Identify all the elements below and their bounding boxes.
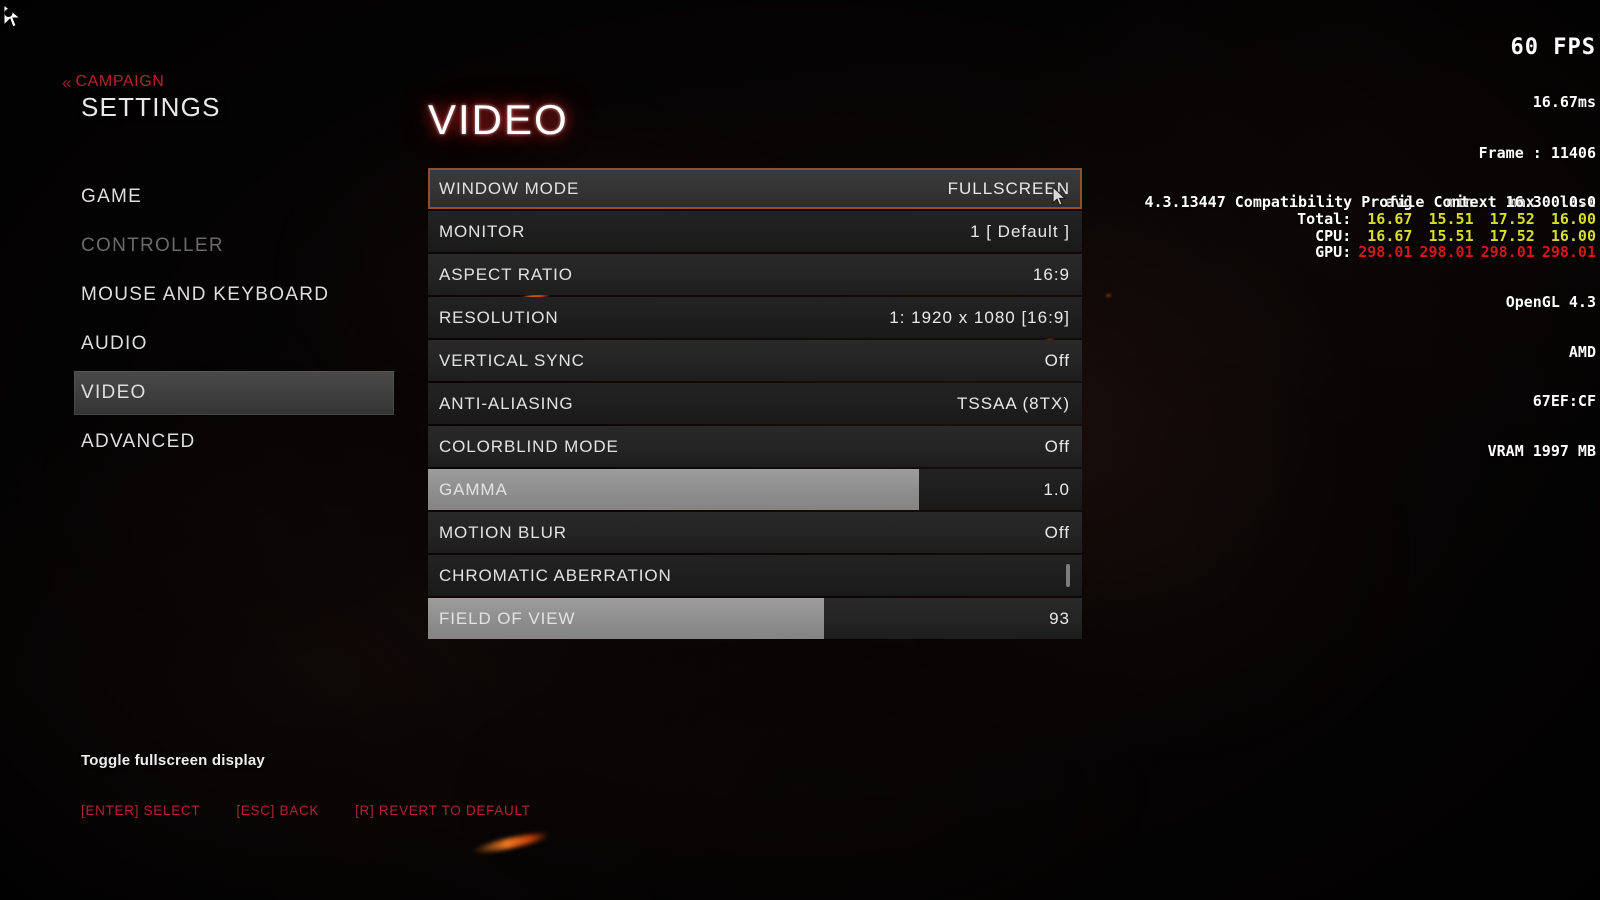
sidebar-item-advanced[interactable]: ADVANCED bbox=[0, 420, 430, 464]
perf-cell: 16.67 bbox=[1367, 209, 1413, 228]
perf-cell: 17.52 bbox=[1489, 226, 1535, 245]
back-to-campaign-button[interactable]: « CAMPAIGN bbox=[62, 73, 164, 91]
perf-cell: 298.01 bbox=[1419, 243, 1474, 262]
settings-rows: WINDOW MODE FULLSCREEN MONITOR 1 [ Defau… bbox=[428, 168, 1082, 639]
perf-row-total: Total: 16.67 15.51 17.52 16.00 bbox=[1297, 211, 1596, 228]
setting-label: COLORBLIND MODE bbox=[439, 436, 619, 456]
setting-row-vertical-sync[interactable]: VERTICAL SYNC Off bbox=[428, 340, 1082, 381]
sidebar-item-label: MOUSE AND KEYBOARD bbox=[81, 284, 330, 305]
setting-row-anti-aliasing[interactable]: ANTI-ALIASING TSSAA (8TX) bbox=[428, 383, 1082, 424]
perf-cell: 298.01 bbox=[1480, 243, 1535, 262]
ember-particle bbox=[1105, 294, 1112, 297]
setting-value: Off bbox=[1044, 436, 1070, 456]
footer-action-revert-to-default[interactable]: [R] REVERT TO DEFAULT bbox=[355, 803, 531, 818]
sidebar-item-video[interactable]: VIDEO bbox=[74, 371, 394, 415]
perf-fps: 60 FPS bbox=[1510, 35, 1596, 61]
setting-value: 1: 1920 x 1080 [16:9] bbox=[889, 307, 1070, 327]
setting-value: Off bbox=[1044, 350, 1070, 370]
perf-device-id: 67EF:CF bbox=[1532, 392, 1596, 411]
footer-action-back[interactable]: [ESC] BACK bbox=[236, 803, 319, 818]
perf-vram: VRAM 1997 MB bbox=[1487, 442, 1596, 461]
footer-action-select[interactable]: [ENTER] SELECT bbox=[81, 803, 200, 818]
perf-row-label: GPU: bbox=[1315, 243, 1352, 262]
setting-value: TSSAA (8TX) bbox=[956, 393, 1070, 413]
perf-gpu-vendor: AMD bbox=[1568, 342, 1596, 361]
setting-row-chromatic-aberration[interactable]: CHROMATIC ABERRATION bbox=[428, 555, 1082, 596]
perf-row-label: CPU: bbox=[1315, 226, 1352, 245]
sidebar-item-audio[interactable]: AUDIO bbox=[0, 322, 430, 366]
setting-row-gamma[interactable]: GAMMA 1.0 bbox=[428, 469, 1082, 510]
setting-value: 1 [ Default ] bbox=[970, 221, 1070, 241]
sidebar-item-label: CONTROLLER bbox=[81, 235, 224, 256]
setting-value: 16:9 bbox=[1032, 264, 1070, 284]
perf-row-label: Total: bbox=[1297, 209, 1352, 228]
sidebar-item-label: GAME bbox=[81, 186, 143, 207]
setting-label: CHROMATIC ABERRATION bbox=[439, 565, 672, 585]
sidebar-nav-list: GAME CONTROLLER MOUSE AND KEYBOARD AUDIO… bbox=[0, 175, 430, 469]
double-chevron-left-icon: « bbox=[62, 72, 72, 92]
setting-label: MOTION BLUR bbox=[439, 522, 567, 542]
panel-title: VIDEO bbox=[428, 96, 569, 143]
setting-row-monitor[interactable]: MONITOR 1 [ Default ] bbox=[428, 211, 1082, 252]
sidebar-item-game[interactable]: GAME bbox=[0, 175, 430, 219]
setting-row-resolution[interactable]: RESOLUTION 1: 1920 x 1080 [16:9] bbox=[428, 297, 1082, 338]
chromatic-aberration-checkbox[interactable] bbox=[1066, 563, 1070, 587]
setting-value: 93 bbox=[1049, 608, 1070, 628]
perf-cell: 16.00 bbox=[1550, 226, 1596, 245]
setting-label: VERTICAL SYNC bbox=[439, 350, 585, 370]
footer-actions: [ENTER] SELECT [ESC] BACK [R] REVERT TO … bbox=[81, 803, 531, 818]
perf-cell: 16.67 bbox=[1367, 226, 1413, 245]
performance-overlay: 60 FPS 16.67ms Frame : 11406 avg min max… bbox=[1297, 2, 1596, 476]
perf-cell: 15.51 bbox=[1428, 226, 1474, 245]
setting-row-colorblind-mode[interactable]: COLORBLIND MODE Off bbox=[428, 426, 1082, 467]
setting-label: ASPECT RATIO bbox=[439, 264, 573, 284]
perf-row-gpu: GPU: 298.01 298.01 298.01 298.01 bbox=[1297, 244, 1596, 261]
setting-row-aspect-ratio[interactable]: ASPECT RATIO 16:9 bbox=[428, 254, 1082, 295]
perf-frametime: 16.67ms bbox=[1532, 93, 1596, 112]
perf-frame-count: Frame : 11406 bbox=[1478, 143, 1596, 162]
setting-label: GAMMA bbox=[439, 479, 508, 499]
sidebar-item-label: VIDEO bbox=[81, 382, 147, 403]
perf-cell: 15.51 bbox=[1428, 209, 1474, 228]
page-title: SETTINGS bbox=[81, 92, 221, 122]
sidebar-item-label: AUDIO bbox=[81, 333, 148, 354]
setting-row-window-mode[interactable]: WINDOW MODE FULLSCREEN bbox=[428, 168, 1082, 209]
ember-particle bbox=[471, 830, 551, 856]
setting-value: 1.0 bbox=[1043, 479, 1070, 499]
video-settings-panel: VIDEO WINDOW MODE FULLSCREEN MONITOR 1 [… bbox=[428, 96, 1082, 641]
perf-graphics-api: OpenGL 4.3 bbox=[1505, 292, 1596, 311]
setting-row-motion-blur[interactable]: MOTION BLUR Off bbox=[428, 512, 1082, 553]
perf-row-cpu: CPU: 16.67 15.51 17.52 16.00 bbox=[1297, 226, 1596, 245]
perf-cell: 298.01 bbox=[1358, 243, 1413, 262]
setting-hint-text: Toggle fullscreen display bbox=[81, 752, 265, 769]
setting-label: FIELD OF VIEW bbox=[439, 608, 576, 628]
setting-value-checkbox bbox=[1066, 563, 1082, 587]
setting-label: RESOLUTION bbox=[439, 307, 559, 327]
setting-label: MONITOR bbox=[439, 221, 526, 241]
setting-row-field-of-view[interactable]: FIELD OF VIEW 93 bbox=[428, 598, 1082, 639]
back-to-campaign-label: CAMPAIGN bbox=[75, 73, 165, 90]
sidebar-item-controller[interactable]: CONTROLLER bbox=[0, 224, 430, 268]
perf-cell: 16.00 bbox=[1550, 209, 1596, 228]
setting-label: ANTI-ALIASING bbox=[439, 393, 574, 413]
perf-gl-context-string: 4.3.13447 Compatibility Profile Context … bbox=[1144, 193, 1596, 211]
mouse-cursor-icon bbox=[1052, 186, 1067, 206]
perf-cell: 298.01 bbox=[1541, 243, 1596, 262]
perf-cell: 17.52 bbox=[1489, 209, 1535, 228]
sidebar-item-mouse-and-keyboard[interactable]: MOUSE AND KEYBOARD bbox=[0, 273, 430, 317]
setting-value: Off bbox=[1044, 522, 1070, 542]
sidebar-item-label: ADVANCED bbox=[81, 431, 196, 452]
setting-label: WINDOW MODE bbox=[439, 178, 580, 198]
